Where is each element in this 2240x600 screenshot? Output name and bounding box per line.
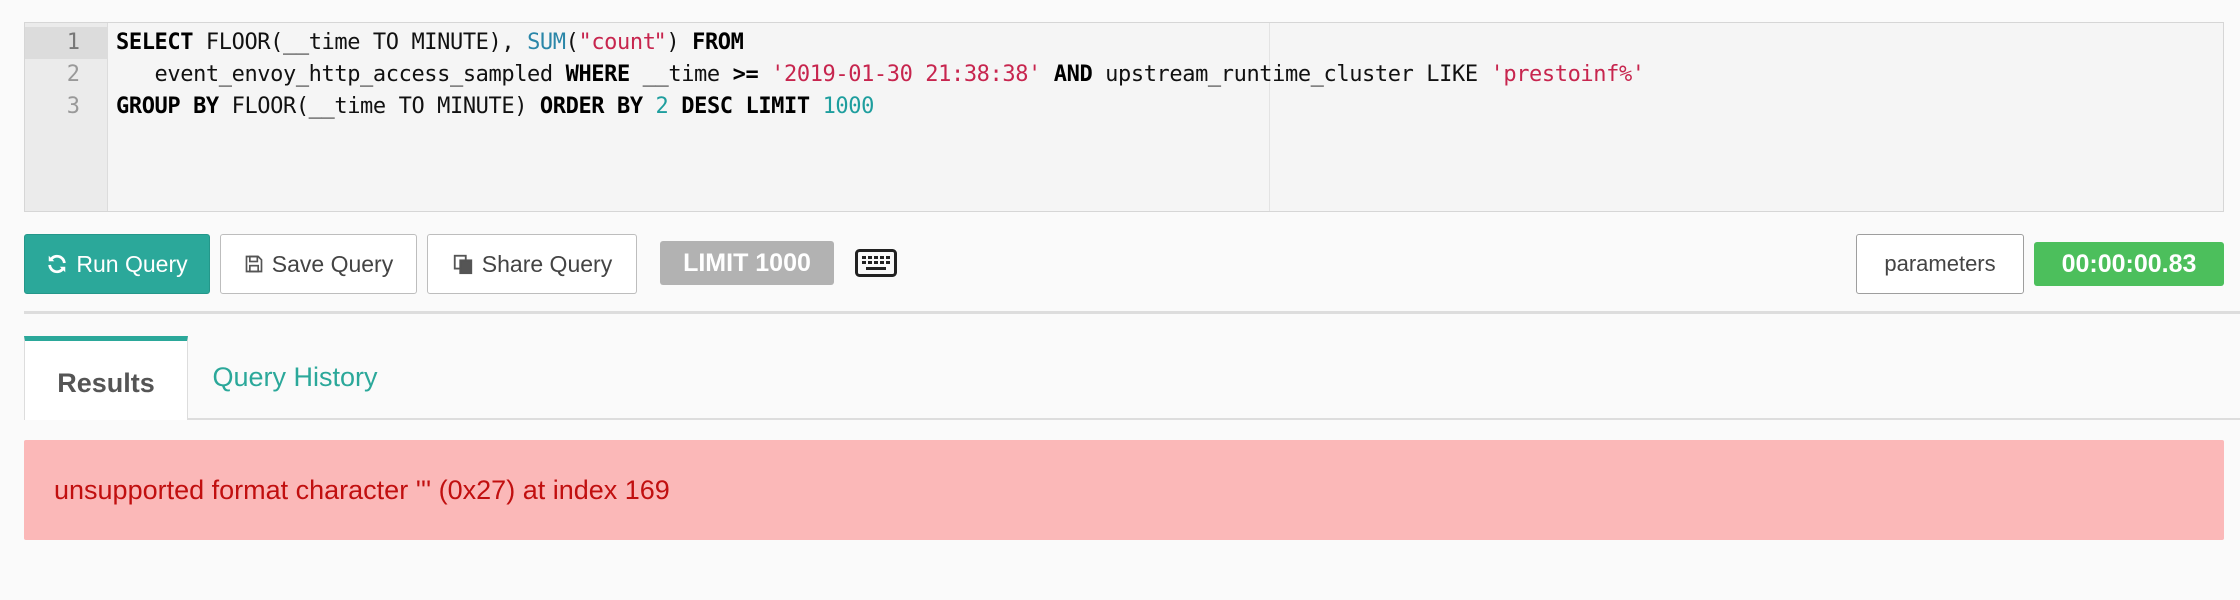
save-query-button[interactable]: Save Query [220,234,417,294]
tab-query-history[interactable]: Query History [200,336,390,418]
limit-badge[interactable]: LIMIT 1000 [660,241,834,285]
copy-icon [452,253,474,275]
run-query-label: Run Query [76,250,188,277]
tabs-baseline [24,418,2240,420]
code-token: DESC LIMIT [681,94,810,119]
code-token: __time TO MINUTE), [283,30,528,55]
code-token: '2019-01-30 21:38:38' [771,62,1041,87]
floppy-disk-icon [244,254,264,274]
print-margin [1269,23,1270,211]
code-token: event_envoy_http_access_sampled [116,62,566,87]
code-token: FLOOR(__time TO MINUTE) [218,94,540,119]
share-query-label: Share Query [481,250,613,277]
query-toolbar: Run Query Save Query Share Query LIMIT 1… [24,234,2224,294]
toolbar-divider [24,311,2240,314]
sql-editor[interactable]: 1 2 3 SELECT FLOOR(__time TO MINUTE), SU… [24,22,2224,212]
code-token: ) [666,30,693,55]
query-timer: 00:00:00.83 [2034,242,2224,286]
code-token: ( [565,30,579,55]
code-token: 'prestoinf%' [1490,62,1646,87]
code-token: 1000 [822,94,875,119]
save-query-label: Save Query [271,250,394,277]
error-message: unsupported format character ''' (0x27) … [54,474,670,505]
code-token: FROM [692,30,744,55]
run-query-button[interactable]: Run Query [24,234,210,294]
code-token: FLOOR( [193,30,283,55]
code-token: upstream_runtime_cluster LIKE [1092,62,1491,87]
result-tabs: Results Query History [24,336,2240,420]
code-token: WHERE [565,62,631,87]
error-alert: unsupported format character ''' (0x27) … [24,440,2224,540]
editor-gutter: 1 2 3 [25,23,108,211]
code-token: AND [1053,62,1093,87]
code-token: SELECT [116,30,194,55]
share-query-button[interactable]: Share Query [427,234,637,294]
tab-results[interactable]: Results [24,336,188,420]
refresh-icon [46,253,68,275]
code-token: 2 [655,94,669,119]
parameters-button[interactable]: parameters [1856,234,2024,294]
line-number: 3 [66,94,80,119]
code-token: SUM [527,30,566,55]
code-token: >= [732,62,759,87]
line-number: 1 [25,27,108,59]
code-token: __time [629,62,733,87]
line-number: 2 [66,62,80,87]
code-token: "count [578,30,656,55]
code-line-1[interactable]: SELECT FLOOR(__time TO MINUTE), SUM("cou… [116,27,744,59]
code-token: ORDER BY [539,94,643,119]
keyboard-icon[interactable] [855,249,897,277]
code-token: GROUP BY [116,94,219,119]
code-token: " [653,30,667,55]
code-line-3[interactable]: GROUP BY FLOOR(__time TO MINUTE) ORDER B… [116,91,874,123]
code-line-2[interactable]: event_envoy_http_access_sampled WHERE __… [116,59,1646,91]
